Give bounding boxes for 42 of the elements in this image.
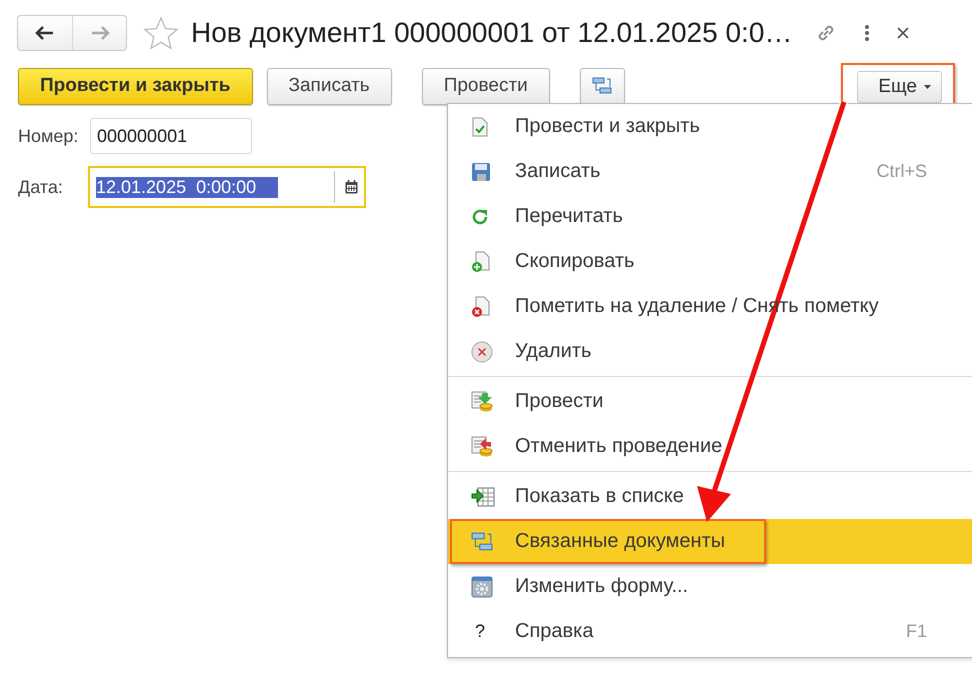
structure-icon	[592, 76, 612, 96]
more-options-icon[interactable]	[864, 23, 870, 43]
cancel-posting-icon	[471, 434, 495, 458]
forward-arrow-icon	[90, 25, 110, 41]
input-field[interactable]: 12.01.2025 0:00:00	[88, 166, 366, 208]
menu-item[interactable]: Провести	[448, 379, 972, 424]
input-field[interactable]: 000000001	[90, 118, 252, 154]
menu-item[interactable]: Удалить	[448, 329, 972, 374]
more-button[interactable]: Еще	[857, 71, 942, 103]
help-icon: ?	[475, 621, 486, 642]
field-label: Номер:	[18, 126, 80, 146]
caret-icon	[924, 85, 931, 89]
related-documents-button[interactable]	[580, 68, 625, 104]
show-in-list-icon	[471, 486, 495, 506]
menu-item[interactable]: Перечитать	[448, 194, 972, 239]
delete-icon	[471, 340, 493, 362]
copy-document-icon	[471, 250, 491, 272]
menu-item[interactable]: Изменить форму...	[448, 564, 972, 609]
menu-item[interactable]: Записать Ctrl+S	[448, 149, 972, 194]
post-document-icon	[471, 390, 495, 414]
refresh-icon	[471, 208, 489, 226]
menu-item[interactable]: Связанные документы	[448, 519, 972, 564]
settings-icon	[471, 576, 493, 598]
window-title: Нов документ1 000000001 от 12.01.2025 0:0…	[191, 17, 792, 49]
toolbar-button[interactable]: Записать	[266, 68, 392, 104]
close-icon[interactable]	[896, 26, 910, 40]
structure-icon	[471, 530, 493, 552]
menu-item[interactable]: Показать в списке	[448, 474, 972, 519]
post-and-close-button[interactable]: Провести и закрыть	[18, 68, 252, 104]
menu-item[interactable]: Провести и закрыть	[448, 104, 972, 149]
menu-item[interactable]: Отменить проведение	[448, 424, 972, 469]
menu-item[interactable]: ? Справка F1	[448, 609, 972, 654]
menu-item[interactable]: Скопировать	[448, 239, 972, 284]
favorite-star-icon[interactable]	[143, 16, 179, 50]
toolbar-button[interactable]: Провести	[422, 68, 550, 104]
document-check-icon	[471, 116, 489, 136]
field-label: Дата:	[18, 176, 64, 198]
shortcut-text: F1	[906, 621, 927, 642]
document-delete-icon	[471, 296, 491, 318]
calendar-icon[interactable]	[345, 180, 358, 194]
back-arrow-icon	[35, 25, 55, 41]
shortcut-text: Ctrl+S	[876, 161, 927, 182]
